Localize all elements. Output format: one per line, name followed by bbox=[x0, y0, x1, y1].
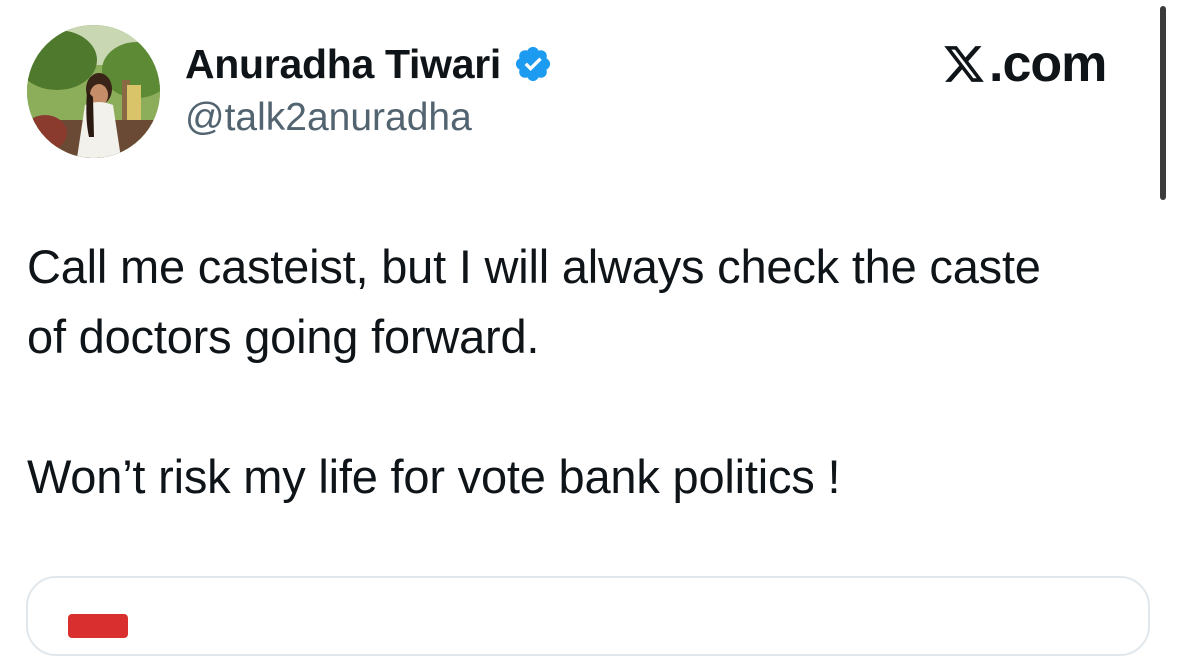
avatar[interactable] bbox=[27, 25, 160, 158]
author-name-row: Anuradha Tiwari bbox=[185, 38, 553, 90]
embedded-card[interactable] bbox=[26, 576, 1150, 656]
brand-domain-text: .com bbox=[989, 35, 1107, 93]
scrollbar-thumb[interactable] bbox=[1160, 6, 1166, 200]
tweet-text: Call me casteist, but I will always chec… bbox=[27, 232, 1152, 512]
author-handle[interactable]: @talk2anuradha bbox=[185, 96, 472, 140]
avatar-photo bbox=[27, 25, 160, 158]
author-display-name[interactable]: Anuradha Tiwari bbox=[185, 41, 501, 88]
verified-badge-icon bbox=[515, 46, 551, 82]
x-logo-icon bbox=[944, 46, 984, 82]
tweet-paragraph: Call me casteist, but I will always chec… bbox=[27, 240, 1041, 363]
tweet-paragraph: Won’t risk my life for vote bank politic… bbox=[27, 450, 841, 503]
card-thumbnail-icon bbox=[68, 614, 128, 638]
brand-watermark: .com bbox=[941, 35, 1107, 93]
